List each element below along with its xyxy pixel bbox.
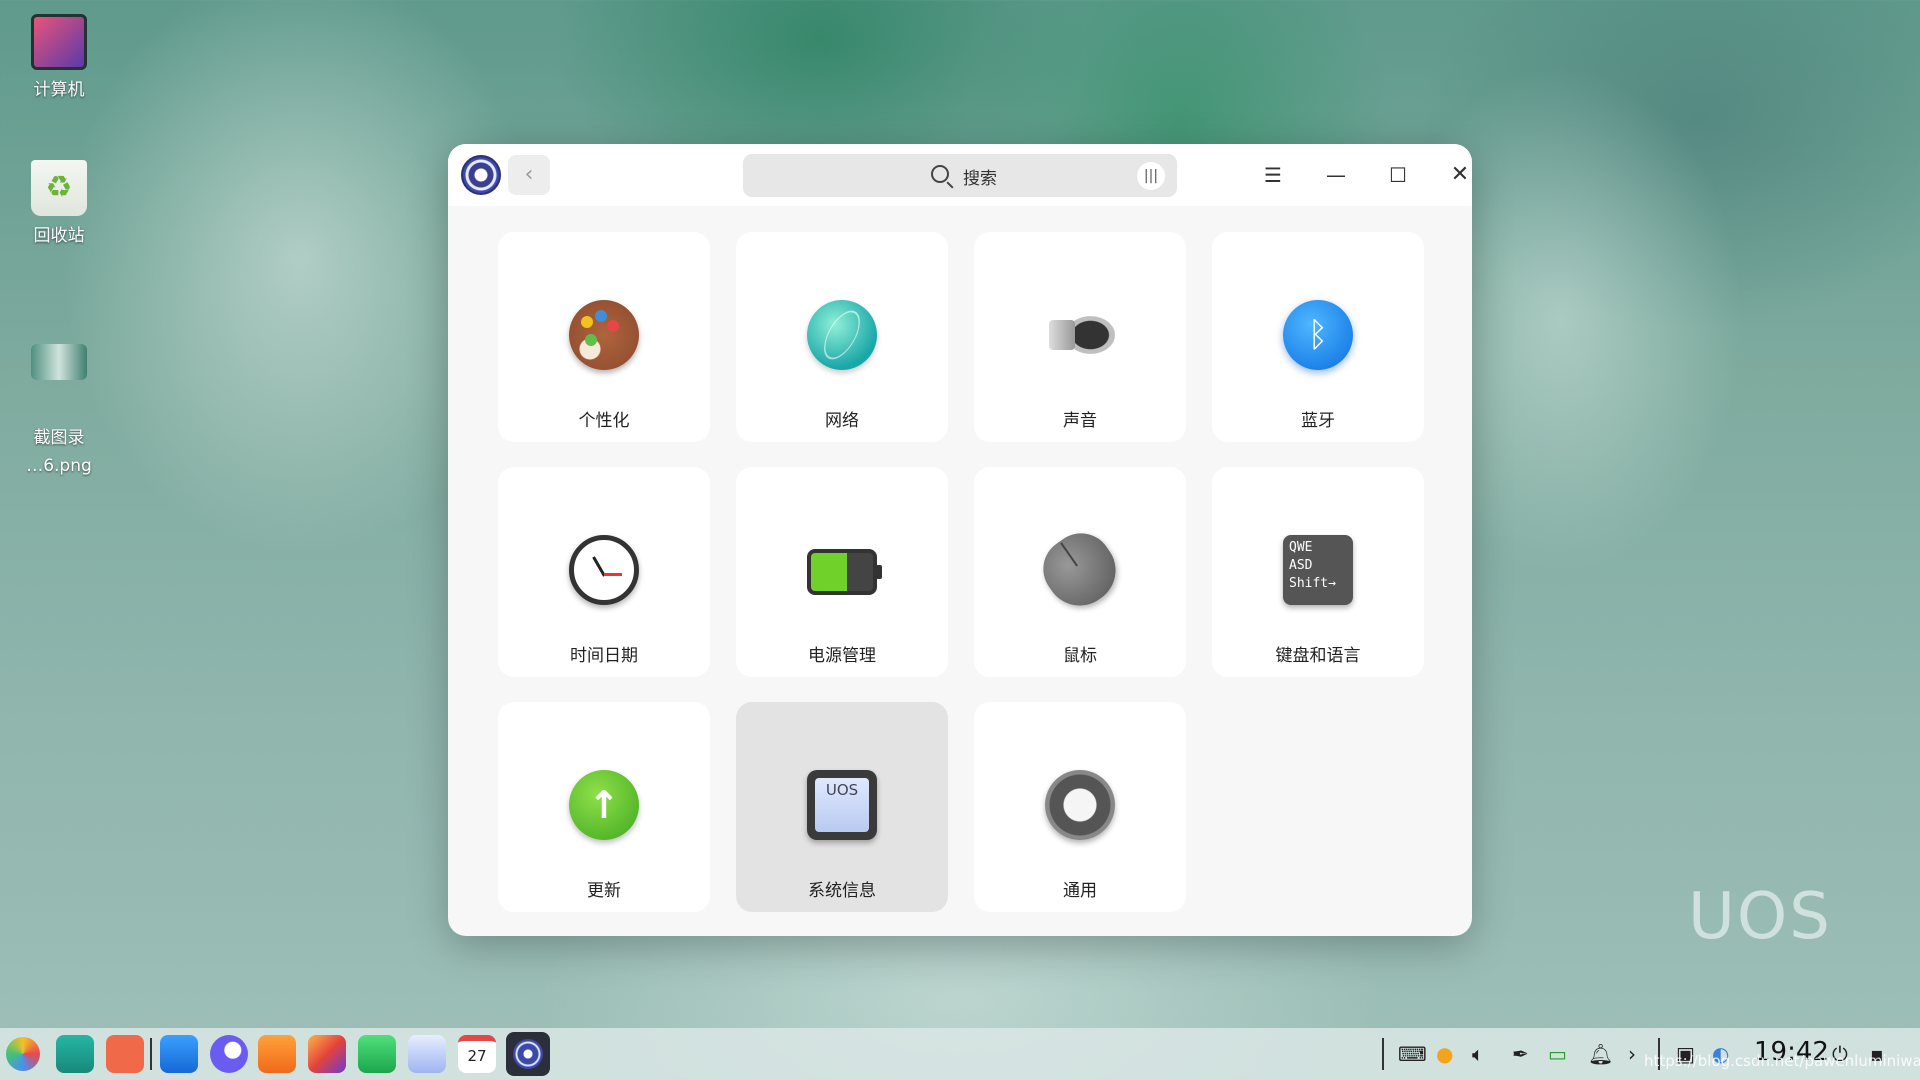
control-center-icon[interactable] xyxy=(506,1032,550,1076)
trash-icon xyxy=(31,160,87,216)
notification-bell-icon[interactable]: 🔔︎ xyxy=(1588,1038,1613,1070)
volume-icon[interactable]: 🔈︎ xyxy=(1472,1038,1484,1070)
gear-icon xyxy=(1045,770,1115,840)
module-label: 更新 xyxy=(587,881,621,901)
browser-icon[interactable] xyxy=(210,1035,248,1073)
taskbar-separator xyxy=(150,1038,152,1070)
desktop-icon-label: 回收站 xyxy=(33,226,85,246)
module-personalization[interactable]: 个性化 xyxy=(498,232,710,442)
update-icon: ↑ xyxy=(569,770,639,840)
module-update[interactable]: ↑ 更新 xyxy=(498,702,710,912)
input-method-icon[interactable]: ● xyxy=(1436,1038,1453,1070)
titlebar: ‹ 搜索 ||| ☰ — ☐ ✕ xyxy=(448,144,1472,206)
module-mouse[interactable]: 鼠标 xyxy=(974,467,1186,677)
module-label: 系统信息 xyxy=(808,881,876,901)
module-system-info[interactable]: 系统信息 xyxy=(736,702,948,912)
expand-tray-icon[interactable]: › xyxy=(1628,1038,1636,1070)
multitask-icon[interactable] xyxy=(56,1035,94,1073)
module-sound[interactable]: 声音 xyxy=(974,232,1186,442)
desktop-icon-label: 截图录 …6.png xyxy=(26,428,92,476)
app-store-icon[interactable] xyxy=(258,1035,296,1073)
search-icon xyxy=(931,165,949,183)
module-label: 声音 xyxy=(1063,411,1097,431)
taskbar: 27 ⌨ ● 🔈︎ ✒ ▭ 🔔︎ › ▣ ◐ 19:42 ⏻ ▪ https:/… xyxy=(0,1028,1920,1080)
module-label: 鼠标 xyxy=(1063,646,1097,666)
music-icon[interactable] xyxy=(358,1035,396,1073)
gear-icon xyxy=(513,1039,543,1069)
clock-icon xyxy=(569,535,639,605)
app-grid-icon[interactable] xyxy=(106,1035,144,1073)
module-datetime[interactable]: 时间日期 xyxy=(498,467,710,677)
calendar-icon[interactable]: 27 xyxy=(458,1035,496,1073)
battery-tray-icon[interactable]: ▭ xyxy=(1548,1038,1567,1070)
network-icon xyxy=(807,300,877,370)
back-button[interactable]: ‹ xyxy=(508,155,550,195)
module-keyboard[interactable]: QWE ASD Shift→ 键盘和语言 xyxy=(1212,467,1424,677)
module-power[interactable]: 电源管理 xyxy=(736,467,948,677)
control-center-window: ‹ 搜索 ||| ☰ — ☐ ✕ 个性化 网络 声音 ᛒ 蓝牙 时间日期 电源管… xyxy=(448,144,1472,936)
module-label: 蓝牙 xyxy=(1301,411,1335,431)
mouse-icon xyxy=(1031,521,1129,619)
module-network[interactable]: 网络 xyxy=(736,232,948,442)
url-watermark: https://blog.csdn.net/pawenluminiwan xyxy=(1644,1052,1920,1070)
system-info-icon xyxy=(807,770,877,840)
speaker-icon xyxy=(1045,300,1115,370)
bluetooth-icon: ᛒ xyxy=(1283,300,1353,370)
uos-watermark: UOS xyxy=(1688,880,1832,954)
keyboard-icon: QWE ASD Shift→ xyxy=(1283,535,1353,605)
desktop-icon-trash[interactable]: 回收站 xyxy=(9,160,109,250)
close-button[interactable]: ✕ xyxy=(1440,155,1472,195)
module-label: 网络 xyxy=(825,411,859,431)
image-viewer-icon[interactable] xyxy=(308,1035,346,1073)
launcher-icon[interactable] xyxy=(6,1037,40,1071)
voice-input-button[interactable]: ||| xyxy=(1137,162,1165,190)
palette-icon xyxy=(569,300,639,370)
minimize-button[interactable]: — xyxy=(1316,155,1356,195)
module-label: 通用 xyxy=(1063,881,1097,901)
taskbar-separator xyxy=(1382,1038,1384,1070)
search-placeholder: 搜索 xyxy=(963,169,997,189)
image-thumbnail xyxy=(31,344,87,380)
module-label: 电源管理 xyxy=(808,646,876,666)
computer-icon xyxy=(31,14,87,70)
maximize-button[interactable]: ☐ xyxy=(1378,155,1418,195)
keyboard-tray-icon[interactable]: ⌨ xyxy=(1398,1038,1427,1070)
module-label: 个性化 xyxy=(578,411,630,431)
search-input[interactable]: 搜索 ||| xyxy=(743,154,1177,197)
desktop-icon-computer[interactable]: 计算机 xyxy=(9,14,109,104)
module-general[interactable]: 通用 xyxy=(974,702,1186,912)
module-label: 键盘和语言 xyxy=(1275,646,1361,666)
control-center-logo-icon xyxy=(461,155,501,195)
file-manager-icon[interactable] xyxy=(160,1035,198,1073)
module-label: 时间日期 xyxy=(570,646,638,666)
desktop-icon-screenshot[interactable]: 截图录 …6.png xyxy=(9,308,109,508)
desktop-icon-label: 计算机 xyxy=(33,80,85,100)
menu-button[interactable]: ☰ xyxy=(1253,155,1293,195)
document-icon[interactable] xyxy=(408,1035,446,1073)
module-bluetooth[interactable]: ᛒ 蓝牙 xyxy=(1212,232,1424,442)
pen-icon[interactable]: ✒ xyxy=(1512,1038,1529,1070)
battery-icon xyxy=(807,549,882,595)
